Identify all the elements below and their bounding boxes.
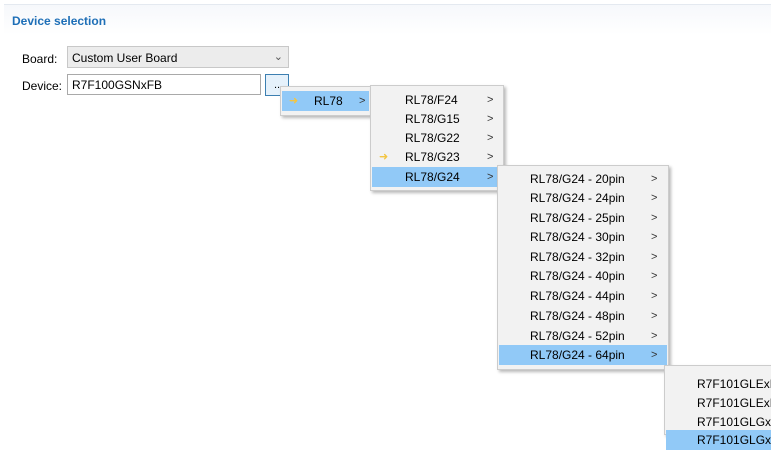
menu-item-30pin[interactable]: RL78/G24 - 30pin >: [499, 227, 667, 247]
menu-item-label: R7F101GLGxFB: [697, 433, 771, 447]
menu-item-label: RL78/G24 - 32pin: [530, 250, 625, 264]
menu-item-label: RL78/G24 - 40pin: [530, 269, 625, 283]
menu-item-25pin[interactable]: RL78/G24 - 25pin >: [499, 208, 667, 228]
device-input[interactable]: [67, 74, 261, 95]
submenu-arrow: >: [651, 290, 658, 302]
menu-item-40pin[interactable]: RL78/G24 - 40pin >: [499, 266, 667, 286]
submenu-arrow: >: [487, 151, 494, 163]
submenu-arrow: >: [487, 94, 494, 106]
section-title: Device selection: [12, 14, 107, 28]
menu-item-48pin[interactable]: RL78/G24 - 48pin >: [499, 306, 667, 326]
menu-item-label: RL78/G24 - 44pin: [530, 289, 625, 303]
menu-item-20pin[interactable]: RL78/G24 - 20pin >: [499, 169, 667, 189]
series-menu: RL78/F24 > RL78/G15 > RL78/G22 > ➜ RL78/…: [370, 85, 504, 191]
family-menu: ➜ RL78 >: [280, 86, 371, 116]
submenu-arrow: >: [487, 171, 494, 183]
submenu-arrow: >: [487, 113, 494, 125]
menu-item-label: RL78/G24 - 20pin: [530, 172, 625, 186]
menu-item-label: R7F101GLGxFA: [697, 415, 771, 429]
device-menu: R7F101GLExFA R7F101GLExFB R7F101GLGxFA R…: [664, 365, 771, 450]
submenu-arrow: >: [651, 192, 658, 204]
board-label: Board:: [22, 52, 58, 66]
submenu-arrow: >: [359, 95, 366, 107]
submenu-arrow: >: [651, 310, 658, 322]
menu-item-rl78-g15[interactable]: RL78/G15 >: [372, 109, 502, 129]
menu-item-52pin[interactable]: RL78/G24 - 52pin >: [499, 326, 667, 346]
menu-item-rl78-g24[interactable]: RL78/G24 >: [372, 167, 502, 187]
menu-item-rl78-g23[interactable]: ➜ RL78/G23 >: [372, 147, 502, 167]
menu-item-label: RL78/G15: [405, 112, 460, 126]
arrow-right-icon: ➜: [379, 151, 389, 163]
submenu-arrow: >: [651, 349, 658, 361]
board-dropdown-value: Custom User Board: [72, 51, 178, 65]
menu-item-label: RL78/G24 - 24pin: [530, 191, 625, 205]
device-label: Device:: [22, 79, 63, 93]
menu-item-r7f101glgxfb[interactable]: R7F101GLGxFB: [666, 430, 771, 450]
menu-item-label: R7F101GLExFA: [697, 377, 771, 391]
menu-item-44pin[interactable]: RL78/G24 - 44pin >: [499, 286, 667, 306]
menu-item-label: RL78/G22: [405, 131, 460, 145]
arrow-right-icon: ➜: [289, 95, 299, 107]
menu-item-label: RL78/G24 - 25pin: [530, 211, 625, 225]
chevron-down-icon: ⌄: [273, 51, 283, 63]
submenu-arrow: >: [651, 270, 658, 282]
menu-item-label: R7F101GLExFB: [697, 396, 771, 410]
menu-item-r7f101glexfa[interactable]: R7F101GLExFA: [666, 374, 771, 394]
submenu-arrow: >: [651, 251, 658, 263]
menu-item-r7f101glgxfa[interactable]: R7F101GLGxFA: [666, 412, 771, 432]
menu-item-label: RL78: [314, 94, 343, 108]
submenu-arrow: >: [651, 173, 658, 185]
menu-item-r7f101glexfb[interactable]: R7F101GLExFB: [666, 393, 771, 413]
submenu-arrow: >: [651, 330, 658, 342]
submenu-arrow: >: [487, 132, 494, 144]
menu-item-label: RL78/G24: [405, 170, 460, 184]
menu-item-24pin[interactable]: RL78/G24 - 24pin >: [499, 188, 667, 208]
menu-item-label: RL78/F24: [405, 93, 458, 107]
menu-item-rl78[interactable]: ➜ RL78 >: [282, 91, 369, 111]
menu-item-rl78-f24[interactable]: RL78/F24 >: [372, 90, 502, 110]
menu-item-64pin[interactable]: RL78/G24 - 64pin >: [499, 345, 667, 365]
board-dropdown[interactable]: Custom User Board ⌄: [67, 46, 289, 68]
menu-item-label: RL78/G24 - 52pin: [530, 329, 625, 343]
menu-item-32pin[interactable]: RL78/G24 - 32pin >: [499, 247, 667, 267]
menu-item-label: RL78/G23: [405, 150, 460, 164]
submenu-arrow: >: [651, 231, 658, 243]
submenu-arrow: >: [651, 212, 658, 224]
menu-item-label: RL78/G24 - 30pin: [530, 230, 625, 244]
menu-item-rl78-g22[interactable]: RL78/G22 >: [372, 128, 502, 148]
menu-item-label: RL78/G24 - 64pin: [530, 348, 625, 362]
pin-count-menu: RL78/G24 - 20pin > RL78/G24 - 24pin > RL…: [497, 165, 669, 370]
section-header: Device selection: [4, 4, 771, 35]
menu-item-label: RL78/G24 - 48pin: [530, 309, 625, 323]
